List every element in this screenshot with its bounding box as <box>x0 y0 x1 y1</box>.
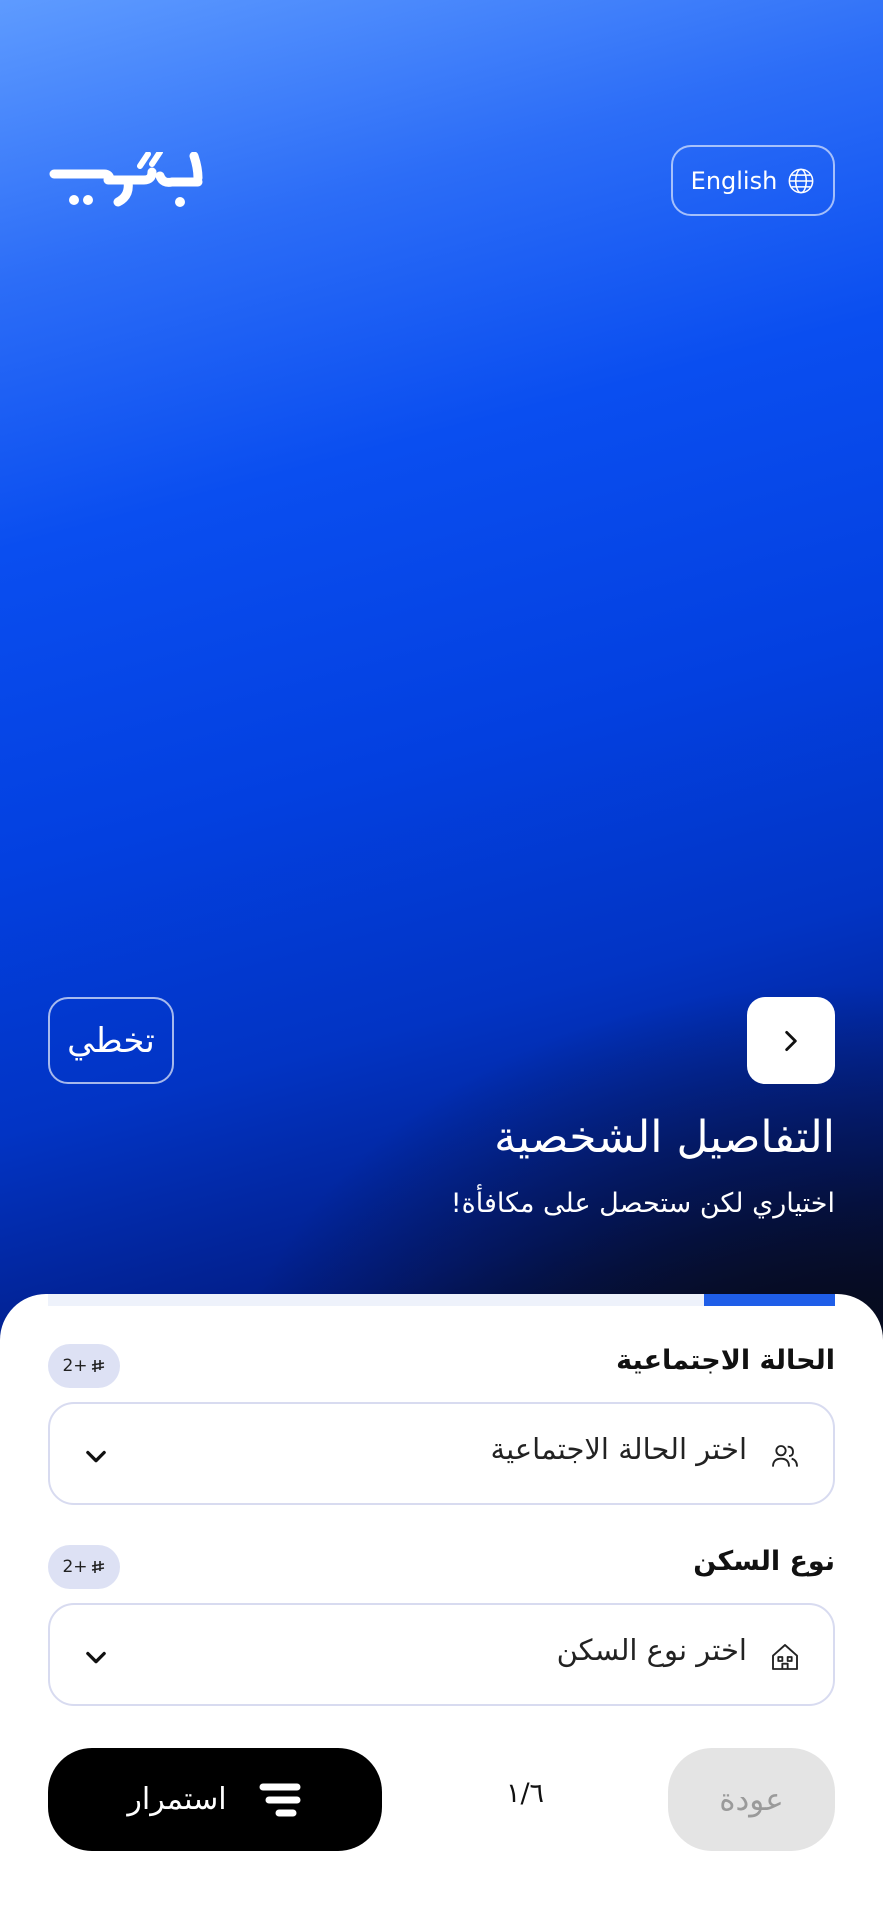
language-button[interactable]: English <box>671 145 835 216</box>
reward-badge: 2+ <box>48 1545 120 1589</box>
marital-status-placeholder: اختر الحالة الاجتماعية <box>490 1432 747 1466</box>
progress-bar <box>48 1294 835 1306</box>
brand-lines-icon <box>259 1783 301 1816</box>
language-label: English <box>690 166 778 195</box>
currency-icon <box>91 1360 104 1372</box>
house-icon <box>772 1644 798 1670</box>
back-label: عودة <box>719 1781 784 1818</box>
reward-value: 2+ <box>62 1557 88 1577</box>
chevron-right-icon <box>785 1030 797 1051</box>
housing-type-placeholder: اختر نوع السكن <box>556 1633 747 1667</box>
app-logo <box>49 152 203 207</box>
marital-status-select[interactable]: اختر الحالة الاجتماعية <box>48 1402 835 1505</box>
chevron-down-icon <box>86 1450 106 1463</box>
back-button[interactable]: عودة <box>668 1748 835 1851</box>
reward-value: 2+ <box>62 1356 88 1376</box>
chevron-down-icon <box>86 1651 106 1664</box>
housing-type-label: نوع السكن <box>693 1546 835 1577</box>
page-title: التفاصيل الشخصية <box>494 1112 835 1163</box>
next-arrow-button[interactable] <box>747 997 835 1084</box>
skip-button[interactable]: تخطي <box>48 997 174 1084</box>
continue-label: استمرار <box>127 1782 227 1817</box>
reward-badge: 2+ <box>48 1344 120 1388</box>
marital-status-label: الحالة الاجتماعية <box>616 1345 835 1376</box>
globe-icon <box>788 168 814 193</box>
step-counter: ١/٦ <box>505 1778 545 1809</box>
page-subtitle: اختياري لكن ستحصل على مكافأة! <box>450 1188 835 1219</box>
progress-fill <box>703 1294 835 1306</box>
housing-type-select[interactable]: اختر نوع السكن <box>48 1603 835 1706</box>
continue-button[interactable]: استمرار <box>48 1748 382 1851</box>
people-icon <box>772 1445 798 1467</box>
skip-label: تخطي <box>67 1020 155 1061</box>
currency-icon <box>91 1561 104 1573</box>
